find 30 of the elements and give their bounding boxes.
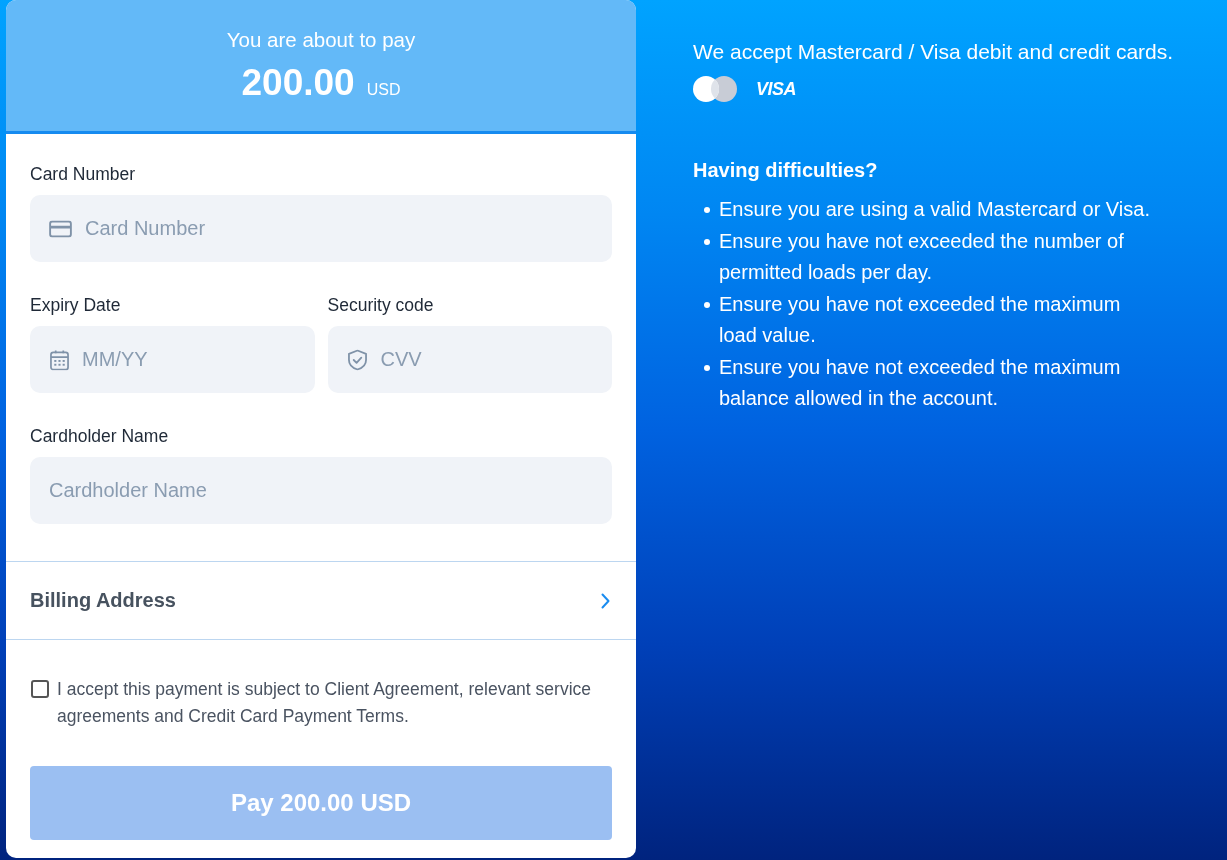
field-label: Security code — [327, 295, 434, 315]
overlapping-circles-icon — [693, 76, 737, 102]
help-list-item: Ensure you have not exceeded the maximum balance allowed in the account. — [719, 354, 1122, 411]
expiry-date-field[interactable]: MM/YY — [30, 326, 315, 393]
amount-text: 200.00 — [241, 61, 355, 105]
field-label: Cardholder Name — [30, 426, 169, 446]
calendar-icon — [50, 349, 69, 370]
shield-check-icon — [347, 349, 367, 370]
currency-text: USD — [366, 81, 401, 99]
agreement-checkbox[interactable] — [31, 680, 49, 698]
summary-title: You are about to pay — [226, 27, 416, 53]
bullet-icon — [704, 364, 710, 371]
field-label: Card Number — [30, 164, 136, 184]
agreement-text: I accept this payment is subject to Client Agreement, relevant service agreements and Credit Card Payment Terms. — [57, 678, 592, 728]
help-list-item: Ensure you are using a valid Mastercard or Visa. — [719, 197, 1151, 222]
help-title: Having difficulties? — [693, 158, 879, 182]
help-list-item: Ensure you have not exceeded the maximum load value. — [719, 291, 1122, 348]
billing-address-label: Billing Address — [30, 589, 176, 612]
help-list-item: Ensure you have not exceeded the number of permitted loads per day. — [719, 228, 1125, 285]
billing-address-row[interactable]: Billing Address — [6, 562, 636, 640]
bullet-icon — [704, 301, 710, 308]
cardholder-name-field[interactable]: Cardholder Name — [30, 457, 612, 524]
credit-card-icon — [49, 220, 72, 237]
accepted-cards-text: We accept Mastercard / Visa debit and credit cards. — [693, 39, 1175, 64]
security-code-field[interactable]: CVV — [327, 326, 612, 393]
card-number-field[interactable]: Card Number — [30, 195, 612, 262]
bullet-icon — [704, 207, 710, 213]
field-label: Expiry Date — [30, 295, 121, 315]
bullet-icon — [704, 238, 710, 245]
card-brand-wordmark: VISA — [756, 79, 796, 99]
